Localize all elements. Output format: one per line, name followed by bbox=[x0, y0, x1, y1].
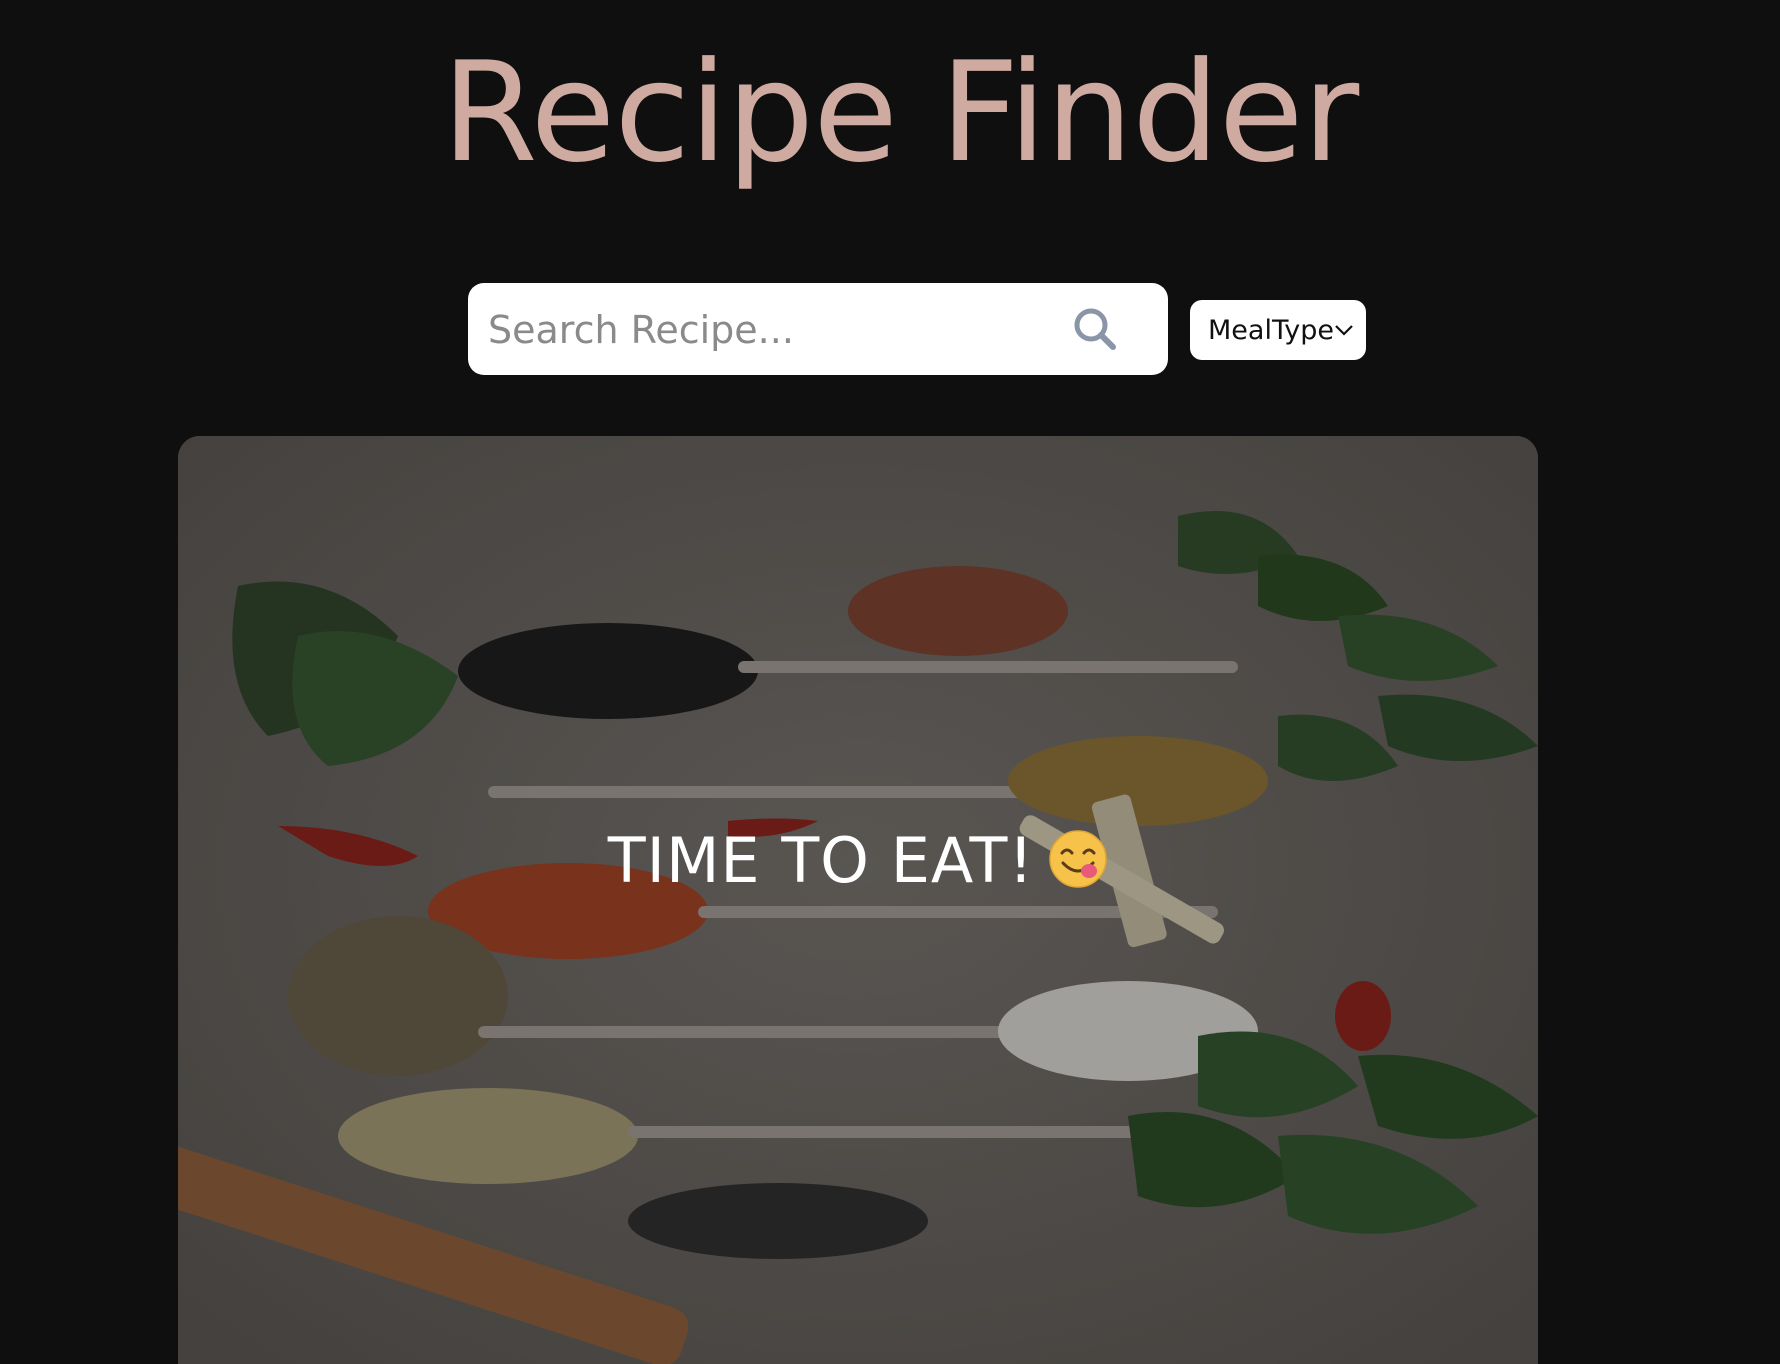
spices-background-image bbox=[178, 436, 1538, 1364]
hero-banner: TIME TO EAT! bbox=[178, 436, 1538, 1364]
hero-heading: TIME TO EAT! bbox=[178, 824, 1538, 897]
meal-type-select[interactable]: MealType bbox=[1190, 300, 1366, 360]
search-bar bbox=[468, 283, 1168, 377]
chevron-down-icon bbox=[1334, 322, 1354, 338]
page-title: Recipe Finder bbox=[441, 32, 1360, 193]
meal-type-selected: MealType bbox=[1208, 314, 1334, 346]
search-input[interactable] bbox=[486, 283, 1050, 377]
page: Recipe Finder MealType bbox=[0, 0, 1780, 1364]
yum-face-emoji-icon bbox=[1048, 829, 1108, 889]
search-icon[interactable] bbox=[1071, 305, 1119, 353]
hero-heading-text: TIME TO EAT! bbox=[607, 824, 1035, 897]
